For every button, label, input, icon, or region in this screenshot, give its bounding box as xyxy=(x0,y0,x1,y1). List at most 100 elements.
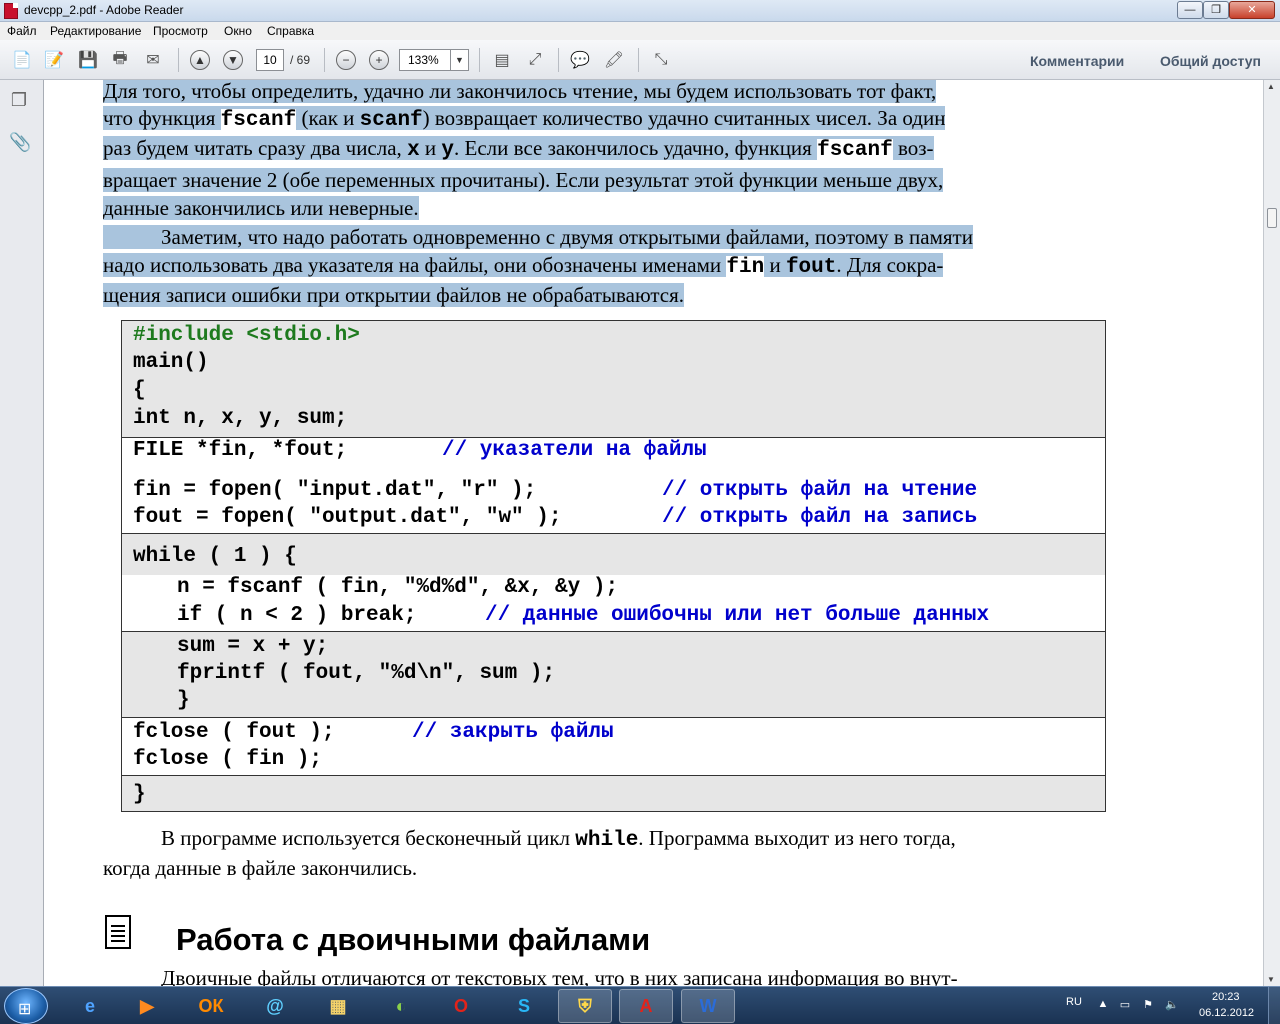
pages-icon[interactable]: ❐ xyxy=(9,90,29,112)
code-section: #include <stdio.h> main() { int n, x, y,… xyxy=(122,321,1105,437)
highlight-icon[interactable]: 🖍 xyxy=(602,48,626,72)
code-line: { xyxy=(133,379,146,402)
paragraph-line: В программе используется бесконечный цик… xyxy=(161,826,956,852)
code-line: fprintf ( fout, "%d\n", sum ); xyxy=(177,662,556,685)
code-line: fclose ( fout ); xyxy=(133,721,335,744)
menu-window[interactable]: Окно xyxy=(224,24,252,38)
minimize-button[interactable]: — xyxy=(1177,1,1203,19)
fit-width-icon[interactable]: ⤢ xyxy=(523,48,547,72)
code-line: if ( n < 2 ) break; xyxy=(177,604,417,627)
paragraph-line: данные закончились или неверные. xyxy=(103,196,419,220)
zoom-value: 133% xyxy=(408,53,439,67)
scroll-up-icon[interactable]: ▲ xyxy=(1267,82,1275,91)
window-title: devcpp_2.pdf - Adobe Reader xyxy=(24,3,184,17)
maximize-button[interactable]: ❐ xyxy=(1203,1,1229,19)
page-total: / 69 xyxy=(290,53,311,67)
clock-date[interactable]: 06.12.2012 xyxy=(1199,1007,1254,1019)
toolbar-separator xyxy=(638,48,639,72)
app-icon-green[interactable]: ◐ xyxy=(374,989,428,1023)
paragraph-line: что функция fscanf (как и scanf) возвращ… xyxy=(103,106,946,132)
save-icon[interactable]: 💾 xyxy=(76,48,100,72)
skype-icon[interactable]: S xyxy=(497,989,551,1023)
language-indicator[interactable]: RU xyxy=(1066,996,1082,1008)
document-view[interactable]: Для того, чтобы определить, удачно ли за… xyxy=(45,80,1263,986)
zoom-out-button[interactable]: − xyxy=(334,48,358,72)
code-line: FILE *fin, *fout; xyxy=(133,439,348,462)
fit-page-icon[interactable]: ▤ xyxy=(490,48,514,72)
opera-icon[interactable]: O xyxy=(434,989,488,1023)
code-comment: // открыть файл на запись xyxy=(662,506,978,529)
toolbar-separator xyxy=(178,48,179,72)
pdf-app-icon xyxy=(4,3,18,19)
scroll-down-icon[interactable]: ▼ xyxy=(1267,975,1275,984)
odnoklassniki-icon[interactable]: ОК xyxy=(184,989,238,1023)
chevron-down-icon[interactable]: ▼ xyxy=(450,50,468,70)
menu-file[interactable]: Файл xyxy=(7,24,37,38)
clock-time[interactable]: 20:23 xyxy=(1212,991,1240,1003)
menu-help[interactable]: Справка xyxy=(267,24,314,38)
start-button[interactable]: ⊞ xyxy=(4,988,48,1024)
internet-explorer-icon[interactable]: e xyxy=(63,989,117,1023)
toolbar-separator xyxy=(558,48,559,72)
email-icon[interactable]: ✉ xyxy=(141,48,165,72)
vertical-scrollbar[interactable]: ▲ ▼ xyxy=(1263,80,1280,986)
menu-edit[interactable]: Редактирование xyxy=(50,24,141,38)
tray-flag-icon[interactable]: ⚑ xyxy=(1141,998,1155,1012)
print-icon[interactable]: 🖶 xyxy=(108,48,132,72)
code-comment: // указатели на файлы xyxy=(442,439,707,462)
code-comment: // данные ошибочны или нет больше данных xyxy=(485,604,990,627)
document-icon xyxy=(105,915,131,949)
edit-pdf-icon[interactable]: 📝 xyxy=(42,48,66,72)
create-pdf-icon[interactable]: 📄 xyxy=(10,48,34,72)
code-line: fin = fopen( "input.dat", "r" ); xyxy=(133,479,537,502)
code-comment: // закрыть файлы xyxy=(412,721,614,744)
paragraph-line: когда данные в файле закончились. xyxy=(103,856,418,880)
paragraph-line: Заметим, что надо работать одновременно … xyxy=(103,225,973,250)
previous-page-button[interactable]: ▲ xyxy=(188,48,212,72)
volume-icon[interactable]: 🔈 xyxy=(1165,998,1179,1012)
share-button[interactable]: Общий доступ xyxy=(1160,53,1261,69)
menu-bar: Файл Редактирование Просмотр Окно Справк… xyxy=(0,22,1280,40)
code-line: int n, x, y, sum; xyxy=(133,407,348,430)
toolbar-separator xyxy=(324,48,325,72)
attachment-icon[interactable]: 📎 xyxy=(9,132,31,154)
title-bar: devcpp_2.pdf - Adobe Reader — ❐ ✕ xyxy=(0,0,1280,22)
menu-view[interactable]: Просмотр xyxy=(153,24,208,38)
zoom-in-button[interactable]: + xyxy=(367,48,391,72)
email-client-icon[interactable]: @ xyxy=(248,989,302,1023)
code-section: } xyxy=(122,775,1105,811)
windows-logo-icon: ⊞ xyxy=(18,1001,32,1018)
comment-icon[interactable]: 💬 xyxy=(568,48,592,72)
media-player-icon[interactable]: ▶ xyxy=(120,989,174,1023)
scrollbar-thumb[interactable] xyxy=(1267,208,1277,228)
navigation-panel: ❐ 📎 xyxy=(0,80,44,986)
comments-button[interactable]: Комментарии xyxy=(1030,53,1124,69)
paragraph-line: Двоичные файлы отличаются от текстовых т… xyxy=(161,966,958,986)
paragraph-line: Для того, чтобы определить, удачно ли за… xyxy=(103,80,937,103)
file-explorer-icon[interactable]: ▦ xyxy=(311,989,365,1023)
fullscreen-icon[interactable]: ⤡ xyxy=(649,48,673,72)
next-page-button[interactable]: ▼ xyxy=(221,48,245,72)
code-comment: // открыть файл на чтение xyxy=(662,479,978,502)
code-line: main() xyxy=(133,351,209,374)
code-listing: #include <stdio.h> main() { int n, x, y,… xyxy=(121,320,1106,812)
show-desktop-button[interactable] xyxy=(1268,987,1280,1024)
taskbar: ⊞ e ▶ ОК @ ▦ ◐ O S ⛨ A W RU ▲ ▭ ⚑ 🔈 20:2… xyxy=(0,986,1280,1024)
code-line: sum = x + y; xyxy=(177,635,329,658)
section-heading: Работа с двоичными файлами xyxy=(176,922,651,957)
paragraph-line: щения записи ошибки при открытии файлов … xyxy=(103,283,685,307)
zoom-select[interactable]: 133% ▼ xyxy=(399,49,469,71)
code-line: while ( 1 ) { xyxy=(133,545,297,568)
code-line: n = fscanf ( fin, "%d%d", &x, &y ); xyxy=(177,576,619,599)
code-line: #include <stdio.h> xyxy=(133,324,360,347)
close-button[interactable]: ✕ xyxy=(1229,1,1275,19)
adobe-reader-icon[interactable]: A xyxy=(619,989,673,1023)
paragraph-line: раз будем читать сразу два числа, x и y.… xyxy=(103,136,934,162)
page-number-input[interactable]: 10 xyxy=(256,49,284,71)
tray-expand-icon[interactable]: ▲ xyxy=(1096,998,1110,1012)
code-section: n = fscanf ( fin, "%d%d", &x, &y ); if (… xyxy=(122,575,1105,631)
toolbar-separator xyxy=(479,48,480,72)
word-icon[interactable]: W xyxy=(681,989,735,1023)
tray-network-icon[interactable]: ▭ xyxy=(1118,998,1132,1012)
security-shield-icon[interactable]: ⛨ xyxy=(558,989,612,1023)
